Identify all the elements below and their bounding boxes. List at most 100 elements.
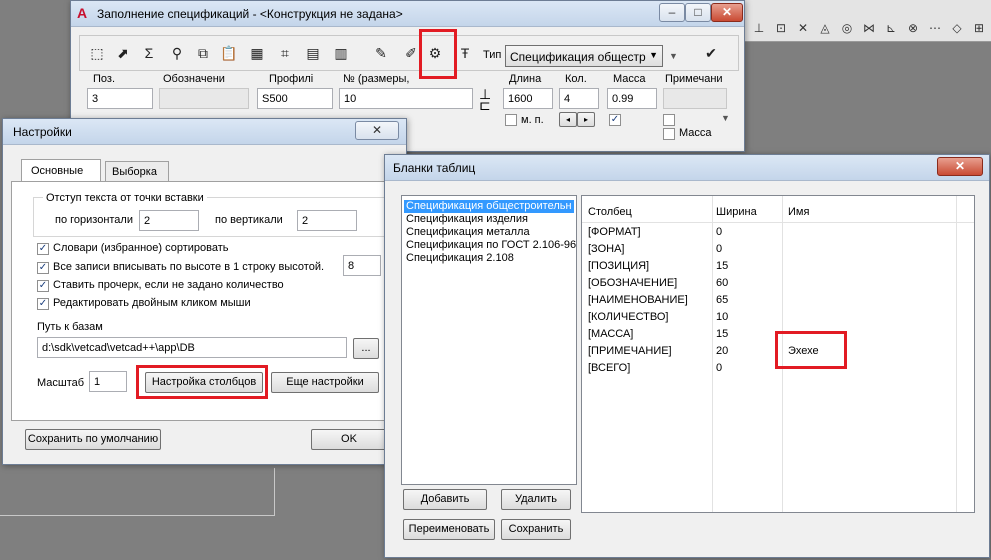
col-header-column[interactable]: Столбец xyxy=(588,206,632,218)
cell-column[interactable]: [КОЛИЧЕСТВО] xyxy=(588,311,668,323)
select-icon[interactable]: ⬚ xyxy=(87,43,107,63)
rename-button[interactable]: Переименовать xyxy=(403,519,495,540)
blanki-close-button[interactable]: ✕ xyxy=(937,157,983,176)
profile-input[interactable] xyxy=(257,88,333,109)
note-checkbox[interactable] xyxy=(663,114,675,126)
toolbar-arrow-icon[interactable]: ▼ xyxy=(669,51,678,61)
list-item[interactable]: Спецификация изделия xyxy=(404,213,530,226)
pencil-icon[interactable]: ✎ xyxy=(371,43,391,63)
cell-width[interactable]: 20 xyxy=(716,345,728,357)
endpoint-icon[interactable]: ⊡ xyxy=(773,20,789,36)
cell-column[interactable]: [ЗОНА] xyxy=(588,243,624,255)
table-row[interactable]: [КОЛИЧЕСТВО] 10 xyxy=(582,309,974,326)
expand-arrow-icon[interactable]: ▼ xyxy=(721,113,730,123)
cell-column[interactable]: [НАИМЕНОВАНИЕ] xyxy=(588,294,688,306)
maximize-button[interactable]: □ xyxy=(685,3,711,22)
node-icon[interactable]: ⊗ xyxy=(905,20,921,36)
cell-column[interactable]: [МАССА] xyxy=(588,328,633,340)
add-button[interactable]: Добавить xyxy=(403,489,487,510)
cell-width[interactable]: 0 xyxy=(716,362,722,374)
cell-width[interactable]: 65 xyxy=(716,294,728,306)
designation-input[interactable] xyxy=(159,88,249,109)
mp-checkbox[interactable] xyxy=(505,114,517,126)
perpendicular-icon[interactable]: ⊾ xyxy=(883,20,899,36)
cell-column[interactable]: [ОБОЗНАЧЕНИЕ] xyxy=(588,277,677,289)
list-item[interactable]: Спецификация металла xyxy=(404,226,532,239)
table-insert-icon[interactable]: ▦ xyxy=(247,43,267,63)
paste-icon[interactable]: 📋 xyxy=(219,43,239,63)
edit-icon[interactable]: ✐ xyxy=(401,43,421,63)
path-input[interactable] xyxy=(37,337,347,358)
close-button[interactable]: ✕ xyxy=(711,3,743,22)
cell-column[interactable]: [ПОЗИЦИЯ] xyxy=(588,260,649,272)
cell-width[interactable]: 10 xyxy=(716,311,728,323)
intersect-icon[interactable]: ✕ xyxy=(795,20,811,36)
mass-total-checkbox[interactable] xyxy=(663,128,675,140)
pos-input[interactable] xyxy=(87,88,153,109)
sigma-icon[interactable]: Σ xyxy=(139,43,159,63)
cell-column[interactable]: [ПРИМЕЧАНИЕ] xyxy=(588,345,672,357)
tab-selection[interactable]: Выборка xyxy=(105,161,169,182)
table-grid-icon[interactable]: ▥ xyxy=(331,43,351,63)
cell-width[interactable]: 60 xyxy=(716,277,728,289)
sort-dict-checkbox[interactable]: ✓ xyxy=(37,243,49,255)
delete-button[interactable]: Удалить xyxy=(501,489,571,510)
spec-titlebar[interactable]: A Заполнение спецификаций - <Конструкция… xyxy=(71,1,744,27)
blanki-titlebar[interactable]: Бланки таблиц ✕ xyxy=(385,155,989,181)
vert-input[interactable] xyxy=(297,210,357,231)
copy-icon[interactable]: ⧉ xyxy=(193,43,213,63)
list-item[interactable]: Спецификация общестроительн xyxy=(404,200,574,213)
cell-column[interactable]: [ВСЕГО] xyxy=(588,362,630,374)
dash-qty-checkbox[interactable]: ✓ xyxy=(37,280,49,292)
cell-width[interactable]: 15 xyxy=(716,328,728,340)
qty-input[interactable] xyxy=(559,88,599,109)
list-item[interactable]: Спецификация 2.108 xyxy=(404,252,516,265)
snap-icon[interactable]: ⊥ xyxy=(751,20,767,36)
tab-basic[interactable]: Основные xyxy=(21,159,101,182)
qty-increment-button[interactable]: ▸ xyxy=(577,112,595,127)
quadrant-icon[interactable]: ◇ xyxy=(949,20,965,36)
fit-height-checkbox[interactable]: ✓ xyxy=(37,262,49,274)
check-icon[interactable]: ✔ xyxy=(701,43,721,63)
row-height-input[interactable] xyxy=(343,255,381,276)
horiz-input[interactable] xyxy=(139,210,199,231)
type-select[interactable]: Спецификация общестр ▼ xyxy=(505,45,663,67)
table-row[interactable]: [НАИМЕНОВАНИЕ] 65 xyxy=(582,292,974,309)
browse-button[interactable]: ... xyxy=(353,338,379,359)
minimize-button[interactable]: – xyxy=(659,3,685,22)
save-button[interactable]: Сохранить xyxy=(501,519,571,540)
table-row[interactable]: [ОБОЗНАЧЕНИЕ] 60 xyxy=(582,275,974,292)
cell-width[interactable]: 0 xyxy=(716,243,722,255)
midpoint-icon[interactable]: ◬ xyxy=(817,20,833,36)
nearest-icon[interactable]: ⋈ xyxy=(861,20,877,36)
col-header-width[interactable]: Ширина xyxy=(716,206,757,218)
note-input[interactable] xyxy=(663,88,727,109)
length-calc-icon[interactable]: ⊥ ⊏ xyxy=(479,87,491,112)
more-settings-button[interactable]: Еще настройки xyxy=(271,372,379,393)
save-default-button[interactable]: Сохранить по умолчанию xyxy=(25,429,161,450)
insert-icon[interactable]: ⊞ xyxy=(971,20,987,36)
list-item[interactable]: Спецификация по ГОСТ 2.106-96 xyxy=(404,239,578,252)
dblclick-edit-checkbox[interactable]: ✓ xyxy=(37,298,49,310)
size-input[interactable] xyxy=(339,88,473,109)
table-row[interactable]: [ПОЗИЦИЯ] 15 xyxy=(582,258,974,275)
table-icon[interactable]: ▤ xyxy=(303,43,323,63)
cell-width[interactable]: 0 xyxy=(716,226,722,238)
length-input[interactable] xyxy=(503,88,553,109)
table-row[interactable]: [ФОРМАТ] 0 xyxy=(582,224,974,241)
zoom-icon[interactable]: ⚲ xyxy=(167,43,187,63)
tables-list[interactable]: Спецификация общестроительн Спецификация… xyxy=(401,195,577,485)
pick-icon[interactable]: ⬈ xyxy=(113,43,133,63)
settings-titlebar[interactable]: Настройки ✕ xyxy=(3,119,406,145)
table-row[interactable]: [ЗОНА] 0 xyxy=(582,241,974,258)
mass-input[interactable] xyxy=(607,88,657,109)
qty-decrement-button[interactable]: ◂ xyxy=(559,112,577,127)
scale-input[interactable] xyxy=(89,371,127,392)
col-header-name[interactable]: Имя xyxy=(788,206,809,218)
mass-auto-checkbox[interactable]: ✓ xyxy=(609,114,621,126)
cell-column[interactable]: [ФОРМАТ] xyxy=(588,226,641,238)
cell-width[interactable]: 15 xyxy=(716,260,728,272)
text-style-icon[interactable]: Ŧ xyxy=(455,43,475,63)
center-icon[interactable]: ◎ xyxy=(839,20,855,36)
settings-close-button[interactable]: ✕ xyxy=(355,121,399,140)
